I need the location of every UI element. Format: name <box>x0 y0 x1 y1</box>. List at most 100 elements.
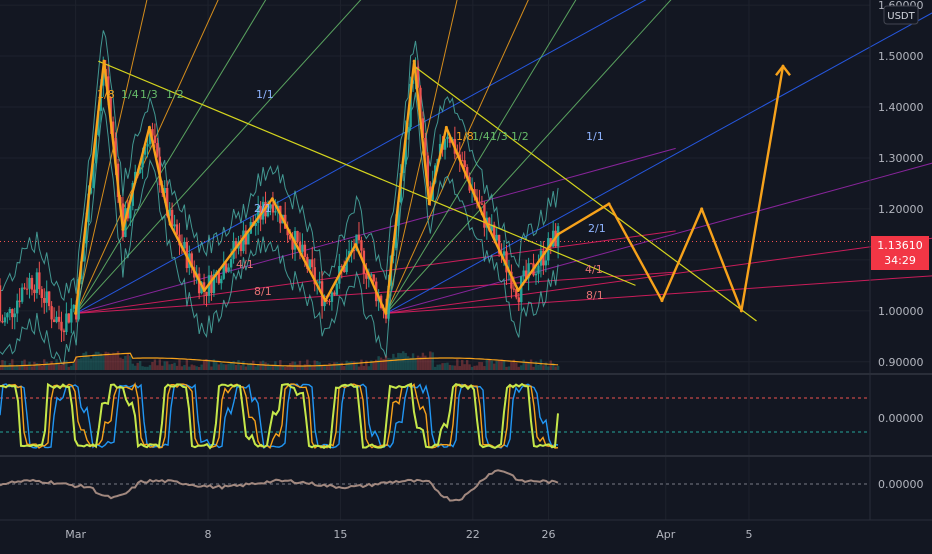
volume-bar <box>170 363 174 370</box>
volume-bar <box>325 365 329 370</box>
volume-bar <box>185 359 189 370</box>
volume-bar <box>23 359 26 370</box>
volume-bar <box>532 366 535 370</box>
volume-bar <box>502 360 506 370</box>
candle-body <box>20 287 24 302</box>
candle-body <box>370 274 373 276</box>
volume-bar <box>335 362 339 370</box>
volume-bar <box>259 361 262 370</box>
volume-bar <box>446 362 449 370</box>
volume-bar <box>296 364 299 370</box>
candle-body <box>357 234 361 241</box>
chart-background <box>0 0 932 550</box>
volume-bar <box>163 361 166 370</box>
volume-bar <box>443 363 447 370</box>
time-axis-tick-label: Mar <box>65 528 86 541</box>
current-price-tag: 1.13610 34:29 <box>871 236 929 270</box>
candle-body <box>247 233 250 245</box>
volume-bar <box>416 355 420 370</box>
chart-canvas[interactable]: 1/8 1/4 1/3 1/2 1/12/14/18/11/81/4 1/3 1/2 1/12… <box>0 0 932 550</box>
volume-bar <box>507 366 511 370</box>
volume-bar <box>527 362 530 370</box>
volume-bar <box>456 359 459 370</box>
volume-bar <box>124 355 127 370</box>
volume-bar <box>438 364 442 370</box>
candle-body <box>502 251 506 256</box>
zigzag-point <box>427 202 431 206</box>
candle-body <box>45 291 48 303</box>
volume-bar <box>522 359 525 370</box>
volume-bar <box>433 366 437 370</box>
candle-body <box>301 244 304 252</box>
volume-bar <box>141 366 144 370</box>
candle-body <box>318 281 321 284</box>
volume-bar <box>94 351 98 370</box>
volume-bar <box>379 357 383 370</box>
volume-bar <box>473 365 476 370</box>
volume-bar <box>520 365 523 370</box>
volume-bar <box>377 356 380 370</box>
volume-bar <box>239 365 243 370</box>
zigzag-point <box>354 243 358 247</box>
volume-bar <box>190 364 193 370</box>
gann-label: 2/1 <box>588 222 606 235</box>
volume-bar <box>178 359 181 370</box>
gann-label: 1/4 <box>472 130 490 143</box>
candle-body <box>303 244 307 257</box>
candle-body <box>517 297 520 303</box>
candle-body <box>30 277 34 290</box>
volume-bar <box>180 366 184 370</box>
candle-body <box>146 144 149 147</box>
gann-label: 1/3 <box>140 88 158 101</box>
volume-bar <box>306 359 309 370</box>
candle-body <box>156 143 159 157</box>
volume-bar <box>72 363 75 370</box>
volume-bar <box>406 356 410 370</box>
candle-body <box>16 300 19 314</box>
volume-bar <box>114 353 117 370</box>
volume-bar <box>286 366 289 370</box>
candle-body <box>220 278 223 284</box>
candle-body <box>25 288 29 290</box>
price-axis-tick-label: 0.90000 <box>878 356 924 369</box>
candle-body <box>495 234 498 241</box>
gann-label: 4/1 <box>585 263 603 276</box>
gann-label: 1/2 <box>166 88 184 101</box>
volume-bar <box>483 366 486 370</box>
volume-bar <box>347 361 351 370</box>
candle-body <box>11 309 14 318</box>
volume-bar <box>156 365 159 370</box>
volume-bar <box>402 351 405 370</box>
candle-body <box>227 267 230 272</box>
volume-bar <box>148 365 152 370</box>
volume-bar <box>367 366 371 370</box>
volume-bar <box>30 366 34 370</box>
candle-body <box>60 321 63 331</box>
volume-bar <box>143 366 147 370</box>
volume-bar <box>227 363 230 370</box>
volume-bar <box>515 362 518 370</box>
volume-bar <box>542 365 545 370</box>
volume-bar <box>399 353 402 370</box>
volume-bar <box>244 366 248 370</box>
volume-bar <box>84 351 88 370</box>
volume-bar <box>252 360 255 370</box>
chart-container[interactable]: 1/8 1/4 1/3 1/2 1/1 2/1 4/1 8/1 1/8 1/4 1/3 1/2 1/1 2… <box>0 0 932 550</box>
volume-bar <box>55 359 58 370</box>
volume-bar <box>421 352 425 370</box>
volume-bar <box>79 358 83 370</box>
volume-bar <box>111 352 115 370</box>
currency-badge[interactable]: USDT <box>883 5 919 25</box>
candle-body <box>65 313 68 333</box>
zigzag-point <box>147 125 151 129</box>
volume-bar <box>173 362 176 370</box>
candle-body <box>47 291 51 307</box>
price-axis-tick-label: 1.30000 <box>878 152 924 165</box>
volume-bar <box>426 357 430 370</box>
volume-bar <box>343 366 346 370</box>
zigzag-point <box>202 288 206 292</box>
price-axis-tick-label: 1.50000 <box>878 50 924 63</box>
volume-bar <box>188 366 191 370</box>
candle-body <box>67 313 71 323</box>
candle-body <box>333 292 336 295</box>
